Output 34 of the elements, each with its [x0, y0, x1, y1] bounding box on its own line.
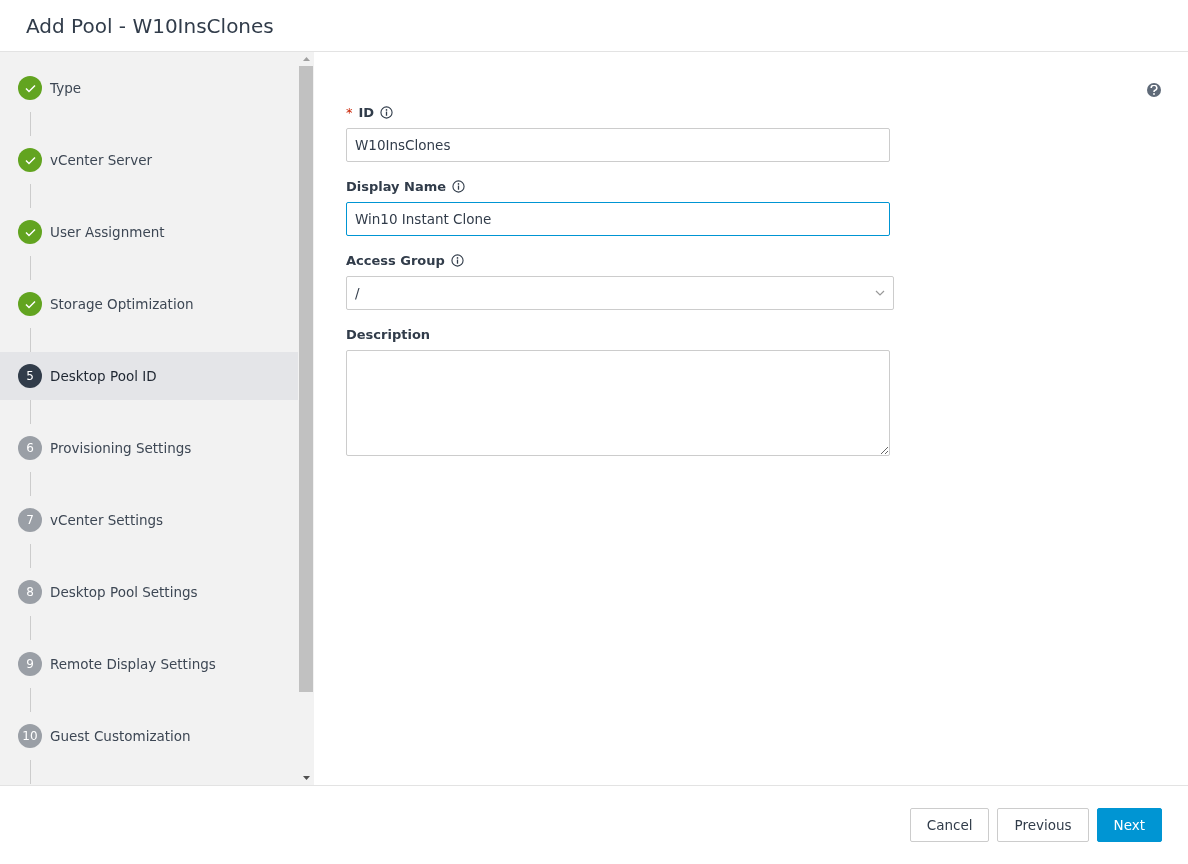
step-label: Storage Optimization	[50, 296, 194, 312]
scrollbar-thumb[interactable]	[299, 66, 313, 692]
field-label: ID	[358, 104, 375, 120]
window-title: Add Pool - W10InsClones	[26, 13, 274, 38]
info-icon[interactable]	[452, 179, 466, 193]
step-label: Remote Display Settings	[50, 656, 216, 672]
step-number: 7	[18, 508, 42, 532]
step-label: Desktop Pool Settings	[50, 584, 198, 600]
step-number: 8	[18, 580, 42, 604]
field-label: Display Name	[346, 178, 447, 194]
field-label: Access Group	[346, 252, 445, 268]
step-label: vCenter Server	[50, 152, 152, 168]
info-icon[interactable]	[380, 105, 394, 119]
required-mark: *	[346, 104, 353, 120]
step-number: 9	[18, 652, 42, 676]
wizard-step[interactable]: 5 Desktop Pool ID	[0, 352, 298, 400]
step-label: Provisioning Settings	[50, 440, 192, 456]
step-number: 10	[18, 724, 42, 748]
action-button[interactable]: Previous	[997, 808, 1089, 842]
text-field[interactable]: W10InsClones	[346, 128, 890, 162]
step-label: User Assignment	[50, 224, 165, 240]
step-label: vCenter Settings	[50, 512, 164, 528]
step-number: 6	[18, 436, 42, 460]
dropdown-field[interactable]: /	[346, 276, 894, 310]
help-icon[interactable]	[1147, 83, 1161, 97]
chevron-down-icon	[875, 290, 885, 296]
step-label: Type	[50, 80, 81, 96]
field-label: Description	[346, 326, 431, 342]
step-label: Guest Customization	[50, 728, 191, 744]
text-field[interactable]: Win10 Instant Clone	[346, 202, 890, 236]
info-icon[interactable]	[450, 253, 464, 267]
action-button[interactable]: Cancel	[909, 808, 990, 842]
step-label: Desktop Pool ID	[50, 368, 157, 384]
step-number: 5	[18, 364, 42, 388]
